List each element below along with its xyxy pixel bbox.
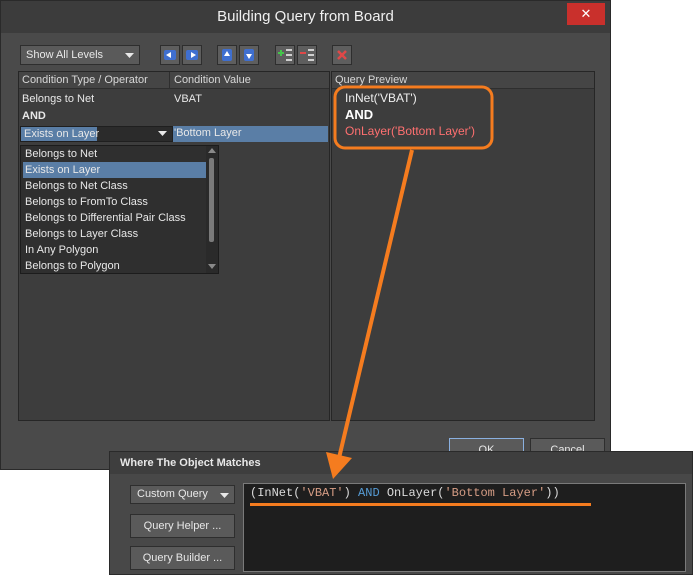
annotation-arrowhead bbox=[326, 452, 352, 479]
annotation-arrow-line bbox=[337, 149, 414, 459]
annotation-overlay bbox=[250, 85, 591, 506]
preview-highlight-box bbox=[333, 85, 494, 150]
query-underline bbox=[250, 503, 591, 506]
